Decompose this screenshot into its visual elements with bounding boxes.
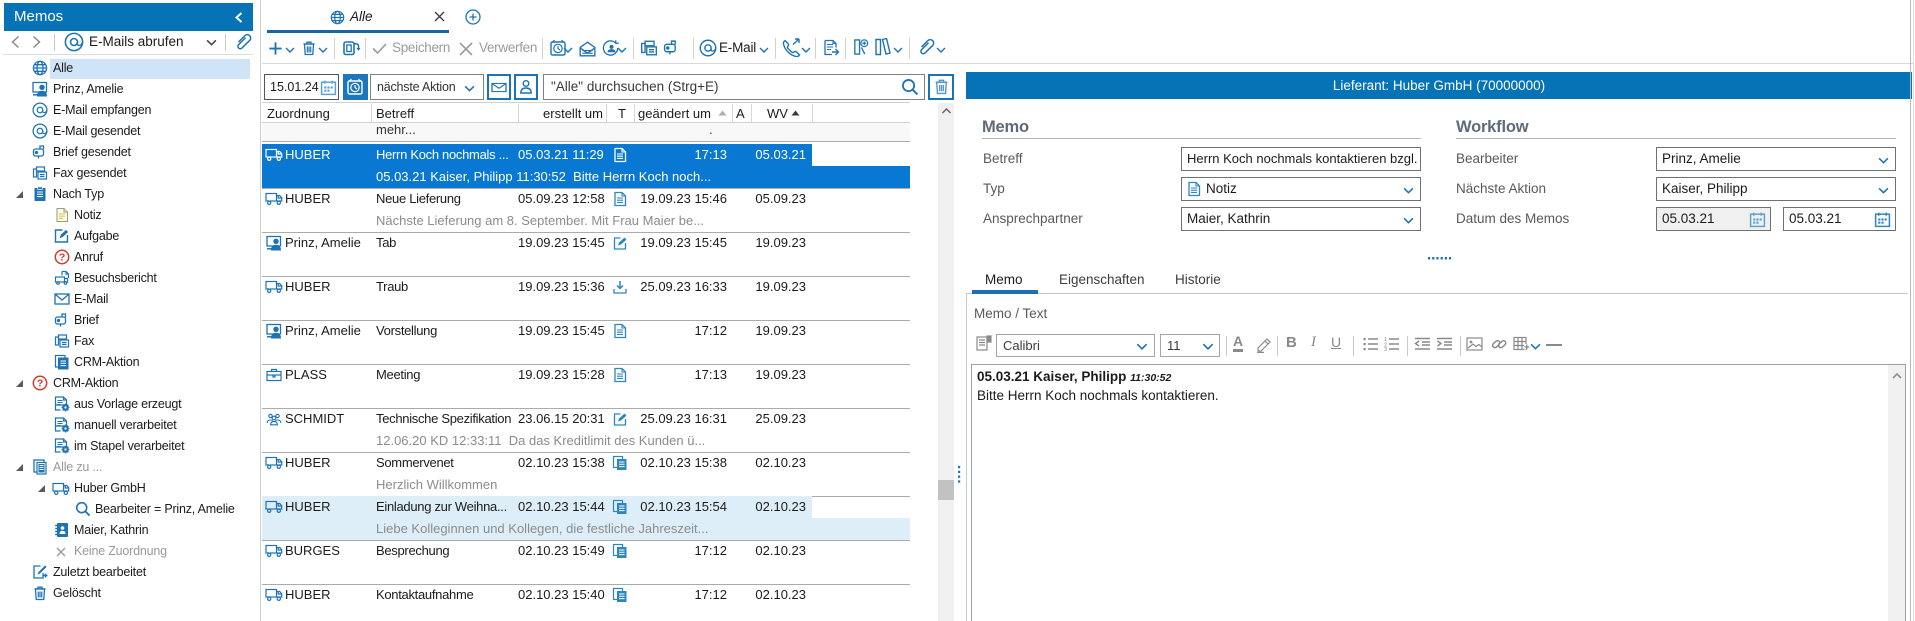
- svg-text:3: 3: [1384, 347, 1387, 351]
